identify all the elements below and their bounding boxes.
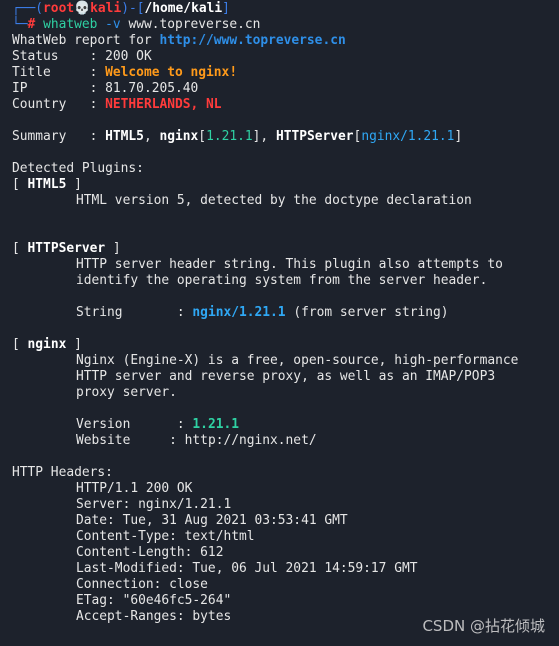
country-line: Country : NETHERLANDS, NL — [12, 97, 222, 112]
plugin-html5-name: [ HTML5 ] — [12, 177, 82, 192]
http-header-line: ETag: "60e46fc5-264" — [76, 593, 232, 608]
http-header-line: Date: Tue, 31 Aug 2021 03:53:41 GMT — [76, 513, 348, 528]
http-header-line: Content-Length: 612 — [76, 545, 224, 560]
plugin-httpserver-desc-2: identify the operating system from the s… — [76, 273, 488, 288]
http-header-line: Server: nginx/1.21.1 — [76, 497, 232, 512]
terminal-output: ┌──(root💀kali)-[/home/kali] └─# whatweb … — [12, 1, 559, 625]
summary-line: Summary : HTML5, nginx[1.21.1], HTTPServ… — [12, 129, 463, 144]
http-header-line: Connection: close — [76, 577, 208, 592]
http-headers-heading: HTTP Headers: — [12, 465, 113, 480]
title-line: Title : Welcome to nginx! — [12, 65, 238, 80]
prompt-hash: # — [27, 17, 36, 32]
plugin-nginx-desc-2: HTTP server and reverse proxy, as well a… — [76, 369, 496, 384]
plugin-nginx-name: [ nginx ] — [12, 337, 82, 352]
report-header: WhatWeb report for http://www.topreverse… — [12, 33, 346, 48]
prompt-path: /home/kali — [144, 1, 223, 16]
prompt-line-1: ┌──(root💀kali)-[/home/kali] — [12, 1, 230, 16]
title-value: Welcome to nginx! — [105, 65, 238, 80]
ip-value: 81.70.205.40 — [105, 81, 199, 96]
plugin-nginx-version: Version : 1.21.1 — [76, 417, 239, 432]
plugins-heading: Detected Plugins: — [12, 161, 144, 176]
plugin-httpserver-name: [ HTTPServer ] — [12, 241, 121, 256]
command-flag: -v — [105, 17, 121, 32]
country-value: NETHERLANDS, NL — [105, 97, 222, 112]
prompt-user: root — [43, 1, 75, 16]
command-target: www.topreverse.cn — [128, 17, 261, 32]
prompt-line-2: └─# whatweb -v www.topreverse.cn — [12, 17, 261, 32]
prompt-host: kali — [90, 1, 122, 16]
command-name: whatweb — [43, 17, 98, 32]
http-header-line: HTTP/1.1 200 OK — [76, 481, 193, 496]
plugin-httpserver-string: String : nginx/1.21.1 (from server strin… — [76, 305, 449, 320]
plugin-httpserver-desc-1: HTTP server header string. This plugin a… — [76, 257, 503, 272]
http-header-line: Content-Type: text/html — [76, 529, 255, 544]
watermark: CSDN @拈花倾城 — [422, 617, 545, 635]
ip-line: IP : 81.70.205.40 — [12, 81, 199, 96]
plugin-html5-desc: HTML version 5, detected by the doctype … — [76, 193, 472, 208]
http-header-line: Last-Modified: Tue, 06 Jul 2021 14:59:17… — [76, 561, 418, 576]
status-value: 200 OK — [105, 49, 152, 64]
plugin-nginx-desc-1: Nginx (Engine-X) is a free, open-source,… — [76, 353, 519, 368]
http-headers-list: HTTP/1.1 200 OK Server: nginx/1.21.1 Date:… — [12, 481, 559, 625]
plugin-nginx-website: Website : http://nginx.net/ — [76, 433, 317, 448]
report-url: http://www.topreverse.cn — [159, 33, 346, 48]
plugin-nginx-desc-3: proxy server. — [76, 385, 177, 400]
status-line: Status : 200 OK — [12, 49, 152, 64]
skull-icon: 💀 — [74, 1, 91, 16]
